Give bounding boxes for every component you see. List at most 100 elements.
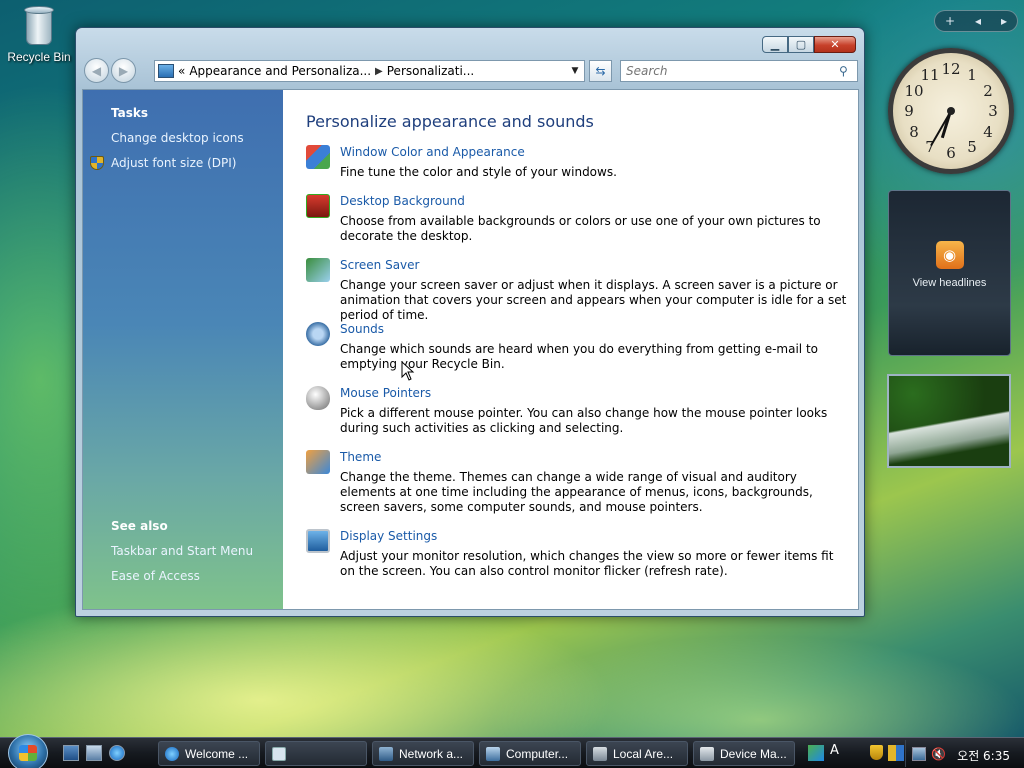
search-box: ⚲ xyxy=(620,60,858,82)
taskbar-button-computer[interactable]: Computer... xyxy=(479,741,581,766)
clock-number: 5 xyxy=(967,138,977,156)
start-button[interactable] xyxy=(8,734,48,768)
feed-headlines-gadget[interactable]: ◉ View headlines xyxy=(888,190,1011,356)
sounds-link[interactable]: Sounds xyxy=(340,322,384,336)
control-panel-icon xyxy=(158,64,174,78)
display-settings-link[interactable]: Display Settings xyxy=(340,529,437,543)
screen-saver-icon[interactable] xyxy=(306,258,330,282)
taskbar-button-welcome[interactable]: Welcome ... xyxy=(158,741,260,766)
page-title: Personalize appearance and sounds xyxy=(306,112,594,131)
theme-icon[interactable] xyxy=(306,450,330,474)
taskbar-button-label: Device Ma... xyxy=(720,746,787,761)
search-input[interactable] xyxy=(621,64,839,78)
clock-number: 1 xyxy=(967,66,977,84)
clock-number: 4 xyxy=(983,123,993,141)
windows-logo-icon xyxy=(19,745,37,761)
mouse-pointers-desc: Pick a different mouse pointer. You can … xyxy=(340,406,828,435)
taskbar-button-label: Welcome ... xyxy=(185,746,249,761)
taskbar-button-local-area[interactable]: Local Are... xyxy=(586,741,688,766)
display-settings-icon[interactable] xyxy=(306,529,330,553)
sounds-icon[interactable] xyxy=(306,322,330,346)
clock-number: 8 xyxy=(909,123,919,141)
content-area: Tasks Change desktop icons Adjust font s… xyxy=(82,89,859,610)
device-manager-icon xyxy=(700,746,714,761)
clock-number: 11 xyxy=(920,66,940,84)
back-button[interactable]: ◀ xyxy=(84,58,109,83)
taskbar-button-label: Local Are... xyxy=(613,746,674,761)
mouse-pointers-link[interactable]: Mouse Pointers xyxy=(340,386,431,400)
clock-number: 3 xyxy=(988,102,998,120)
sounds-desc: Change which sounds are heard when you d… xyxy=(340,342,818,371)
sidebar-controls: + ◂ ▸ xyxy=(934,10,1018,32)
desktop-background-icon[interactable] xyxy=(306,194,330,218)
window-color-icon[interactable] xyxy=(306,145,330,169)
clock-number: 9 xyxy=(904,102,914,120)
mouse-cursor-icon xyxy=(401,361,415,381)
change-desktop-icons-link[interactable]: Change desktop icons xyxy=(111,131,244,145)
adjust-font-size-link[interactable]: Adjust font size (DPI) xyxy=(111,156,236,170)
taskbar-start-menu-link[interactable]: Taskbar and Start Menu xyxy=(111,544,253,558)
close-button[interactable]: ✕ xyxy=(814,36,856,53)
language-bar-icon[interactable] xyxy=(808,745,824,761)
tasks-heading: Tasks xyxy=(111,106,149,120)
window-color-link[interactable]: Window Color and Appearance xyxy=(340,145,525,159)
clock-number: 10 xyxy=(904,82,924,100)
computer-icon xyxy=(486,746,500,761)
main-pane: Personalize appearance and sounds Window… xyxy=(283,90,858,609)
see-also-heading: See also xyxy=(111,519,168,533)
ime-icon[interactable]: A xyxy=(830,743,839,758)
switch-windows-icon[interactable] xyxy=(86,745,102,761)
theme-desc: Change the theme. Themes can change a wi… xyxy=(340,470,813,514)
clock-gadget[interactable]: 12 1 2 3 4 5 6 7 8 9 10 11 xyxy=(888,48,1014,174)
security-shield-icon[interactable] xyxy=(870,745,883,760)
forward-button[interactable]: ▶ xyxy=(111,58,136,83)
add-gadget-button[interactable]: + xyxy=(945,14,955,28)
taskbar-button-device-manager[interactable]: Device Ma... xyxy=(693,741,795,766)
clock-number: 2 xyxy=(983,82,993,100)
internet-explorer-icon xyxy=(165,746,179,761)
display-settings-desc: Adjust your monitor resolution, which ch… xyxy=(340,549,834,578)
mouse-pointers-icon[interactable] xyxy=(306,386,330,410)
window-color-desc: Fine tune the color and style of your wi… xyxy=(340,165,617,179)
system-tray: 🔇 오전 6:35 xyxy=(905,740,1024,767)
tray-clock[interactable]: 오전 6:35 xyxy=(957,747,1010,764)
slideshow-gadget[interactable] xyxy=(887,374,1011,468)
windows-defender-icon[interactable] xyxy=(888,745,904,761)
screen-saver-link[interactable]: Screen Saver xyxy=(340,258,419,272)
network-icon xyxy=(379,746,393,761)
recycle-bin[interactable]: Recycle Bin xyxy=(6,2,72,64)
maximize-button[interactable]: ▢ xyxy=(788,36,814,53)
taskbar-button-label: Network a... xyxy=(399,746,464,761)
breadcrumb-arrow-icon: ▶ xyxy=(375,65,383,77)
address-bar[interactable]: « Appearance and Personaliza... ▶ Person… xyxy=(154,60,585,82)
nav-buttons: ◀ ▶ xyxy=(84,58,136,83)
previous-gadgets-button[interactable]: ◂ xyxy=(975,14,981,28)
view-headlines-label[interactable]: View headlines xyxy=(889,277,1010,289)
rss-feed-icon: ◉ xyxy=(935,241,964,269)
breadcrumb-personalization[interactable]: Personalizati... xyxy=(387,64,474,78)
volume-muted-icon[interactable]: 🔇 xyxy=(931,747,946,761)
show-desktop-icon[interactable] xyxy=(63,745,79,761)
theme-link[interactable]: Theme xyxy=(340,450,381,464)
uac-shield-icon xyxy=(90,156,104,170)
clock-pin xyxy=(947,107,955,115)
recycle-bin-label: Recycle Bin xyxy=(7,50,71,64)
internet-explorer-icon[interactable] xyxy=(109,745,125,761)
address-dropdown-icon[interactable]: ▼ xyxy=(566,66,584,76)
taskbar-button-label: Computer... xyxy=(506,746,569,761)
taskbar: Welcome ... Network a... Computer... Loc… xyxy=(0,734,1024,768)
desktop-background-link[interactable]: Desktop Background xyxy=(340,194,465,208)
minimize-button[interactable]: ▁ xyxy=(762,36,788,53)
taskbar-button-network[interactable]: Network a... xyxy=(372,741,474,766)
refresh-button[interactable]: ⇆ xyxy=(589,60,612,82)
breadcrumb-appearance[interactable]: Appearance and Personaliza... xyxy=(189,64,371,78)
clock-number: 6 xyxy=(946,144,956,162)
taskbar-button-control-panel[interactable] xyxy=(265,741,367,766)
screen-saver-desc: Change your screen saver or adjust when … xyxy=(340,278,847,322)
network-status-icon[interactable] xyxy=(912,746,926,761)
search-icon[interactable]: ⚲ xyxy=(839,64,857,78)
ease-of-access-link[interactable]: Ease of Access xyxy=(111,569,200,583)
address-prefix: « xyxy=(178,64,186,78)
desktop-background-desc: Choose from available backgrounds or col… xyxy=(340,214,821,243)
next-gadgets-button[interactable]: ▸ xyxy=(1001,14,1007,28)
